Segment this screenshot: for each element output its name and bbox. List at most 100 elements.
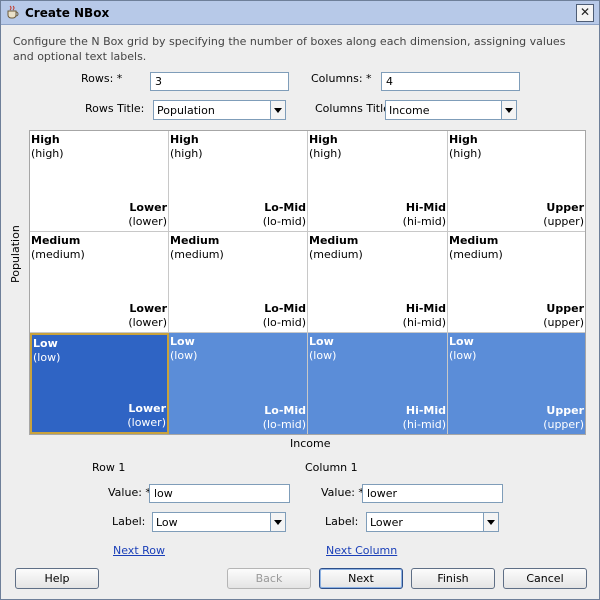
chevron-down-icon[interactable] bbox=[483, 513, 498, 531]
cell-row-value: (low) bbox=[309, 349, 337, 362]
cell-column-label: Upper bbox=[546, 404, 584, 417]
cell-column-label: Lower bbox=[129, 302, 167, 315]
cell-column-value: (upper) bbox=[543, 215, 584, 228]
cell-row-value: (low) bbox=[170, 349, 198, 362]
next-button[interactable]: Next bbox=[319, 568, 403, 589]
cell-column-label: Upper bbox=[546, 201, 584, 214]
cell-column-value: (lower) bbox=[128, 215, 167, 228]
cell-row-value: (high) bbox=[449, 147, 482, 160]
columns-title-combo[interactable]: Income bbox=[385, 100, 517, 120]
cell-column-value: (hi-mid) bbox=[402, 215, 446, 228]
nbox-cell[interactable]: High (high) Hi-Mid (hi-mid) bbox=[308, 131, 448, 232]
dialog-title: Create NBox bbox=[25, 6, 110, 20]
cell-column-label: Lo-Mid bbox=[264, 404, 306, 417]
row-editor-heading: Row 1 bbox=[92, 461, 126, 474]
app-cup-icon bbox=[7, 5, 19, 19]
cell-row-label: High bbox=[170, 133, 199, 146]
row-label-value: Low bbox=[156, 516, 178, 529]
rows-input[interactable]: 3 bbox=[150, 72, 289, 91]
chevron-down-icon[interactable] bbox=[270, 513, 285, 531]
cell-row-label: Low bbox=[449, 335, 474, 348]
cell-row-label: Medium bbox=[31, 234, 81, 247]
column-editor-heading: Column 1 bbox=[305, 461, 358, 474]
cell-column-value: (lo-mid) bbox=[262, 215, 306, 228]
cell-column-value: (lo-mid) bbox=[262, 418, 306, 431]
cell-column-label: Lo-Mid bbox=[264, 201, 306, 214]
column-value-input[interactable]: lower bbox=[362, 484, 503, 503]
rows-title-label: Rows Title: bbox=[85, 102, 145, 115]
cell-row-value: (medium) bbox=[31, 248, 85, 261]
nbox-cell[interactable]: Medium (medium) Lower (lower) bbox=[30, 232, 169, 333]
cell-row-label: Medium bbox=[170, 234, 220, 247]
columns-title-value: Income bbox=[389, 104, 430, 117]
cell-row-label: High bbox=[309, 133, 338, 146]
cell-column-value: (lower) bbox=[128, 316, 167, 329]
cell-column-label: Lo-Mid bbox=[264, 302, 306, 315]
nbox-cell[interactable]: Medium (medium) Lo-Mid (lo-mid) bbox=[169, 232, 308, 333]
cell-row-label: Low bbox=[170, 335, 195, 348]
cell-row-value: (medium) bbox=[309, 248, 363, 261]
nbox-cell[interactable]: Low (low) Hi-Mid (hi-mid) bbox=[308, 333, 448, 434]
cell-column-label: Upper bbox=[546, 302, 584, 315]
finish-button[interactable]: Finish bbox=[411, 568, 495, 589]
help-button[interactable]: Help bbox=[15, 568, 99, 589]
row-value-input[interactable]: low bbox=[149, 484, 290, 503]
chevron-down-icon[interactable] bbox=[270, 101, 285, 119]
cell-row-value: (medium) bbox=[449, 248, 503, 261]
cell-row-label: Low bbox=[33, 337, 58, 350]
column-label-label: Label: bbox=[325, 515, 359, 528]
cell-column-value: (lo-mid) bbox=[262, 316, 306, 329]
column-label-combo[interactable]: Lower bbox=[366, 512, 499, 532]
cell-row-label: Medium bbox=[309, 234, 359, 247]
cell-column-label: Lower bbox=[129, 201, 167, 214]
nbox-cell[interactable]: Medium (medium) Upper (upper) bbox=[448, 232, 585, 333]
columns-title-label: Columns Title: bbox=[315, 102, 394, 115]
cell-column-value: (upper) bbox=[543, 316, 584, 329]
row-label-combo[interactable]: Low bbox=[152, 512, 286, 532]
cell-column-label: Hi-Mid bbox=[405, 201, 446, 214]
column-value-label: Value: * bbox=[321, 486, 364, 499]
close-icon[interactable]: ✕ bbox=[576, 4, 594, 22]
nbox-cell[interactable]: High (high) Lower (lower) bbox=[30, 131, 169, 232]
rows-title-combo[interactable]: Population bbox=[153, 100, 286, 120]
nbox-cell-selected[interactable]: Low (low) Lower (lower) bbox=[30, 333, 169, 434]
cell-column-label: Hi-Mid bbox=[405, 302, 446, 315]
column-label-value: Lower bbox=[370, 516, 403, 529]
title-bar: Create NBox ✕ bbox=[1, 1, 599, 25]
nbox-cell[interactable]: High (high) Lo-Mid (lo-mid) bbox=[169, 131, 308, 232]
nbox-cell[interactable]: Low (low) Lo-Mid (lo-mid) bbox=[169, 333, 308, 434]
chevron-down-icon[interactable] bbox=[501, 101, 516, 119]
cell-row-value: (low) bbox=[33, 351, 61, 364]
cell-row-label: High bbox=[31, 133, 60, 146]
cell-column-label: Hi-Mid bbox=[405, 404, 446, 417]
cell-row-value: (high) bbox=[31, 147, 64, 160]
rows-title-value: Population bbox=[157, 104, 215, 117]
row-value-label: Value: * bbox=[108, 486, 151, 499]
nbox-cell[interactable]: Low (low) Upper (upper) bbox=[448, 333, 585, 434]
column-axis-title: Income bbox=[290, 437, 331, 450]
cell-column-value: (lower) bbox=[127, 416, 166, 429]
back-button[interactable]: Back bbox=[227, 568, 311, 589]
cancel-button[interactable]: Cancel bbox=[503, 568, 587, 589]
nbox-cell[interactable]: Medium (medium) Hi-Mid (hi-mid) bbox=[308, 232, 448, 333]
cell-row-value: (medium) bbox=[170, 248, 224, 261]
nbox-cell[interactable]: High (high) Upper (upper) bbox=[448, 131, 585, 232]
cell-row-value: (high) bbox=[309, 147, 342, 160]
cell-column-value: (hi-mid) bbox=[402, 418, 446, 431]
cell-row-label: Medium bbox=[449, 234, 499, 247]
cell-row-label: Low bbox=[309, 335, 334, 348]
row-axis-title: Population bbox=[9, 225, 22, 283]
dialog-description: Configure the N Box grid by specifying t… bbox=[13, 35, 566, 63]
row-label-label: Label: bbox=[112, 515, 146, 528]
cell-row-value: (high) bbox=[170, 147, 203, 160]
cell-row-label: High bbox=[449, 133, 478, 146]
cell-row-value: (low) bbox=[449, 349, 477, 362]
cell-column-label: Lower bbox=[128, 402, 166, 415]
cell-column-value: (hi-mid) bbox=[402, 316, 446, 329]
columns-label: Columns: * bbox=[311, 72, 372, 85]
next-row-link[interactable]: Next Row bbox=[113, 544, 165, 557]
create-nbox-dialog: Create NBox ✕ Configure the N Box grid b… bbox=[0, 0, 600, 600]
next-column-link[interactable]: Next Column bbox=[326, 544, 397, 557]
columns-input[interactable]: 4 bbox=[381, 72, 520, 91]
cell-column-value: (upper) bbox=[543, 418, 584, 431]
